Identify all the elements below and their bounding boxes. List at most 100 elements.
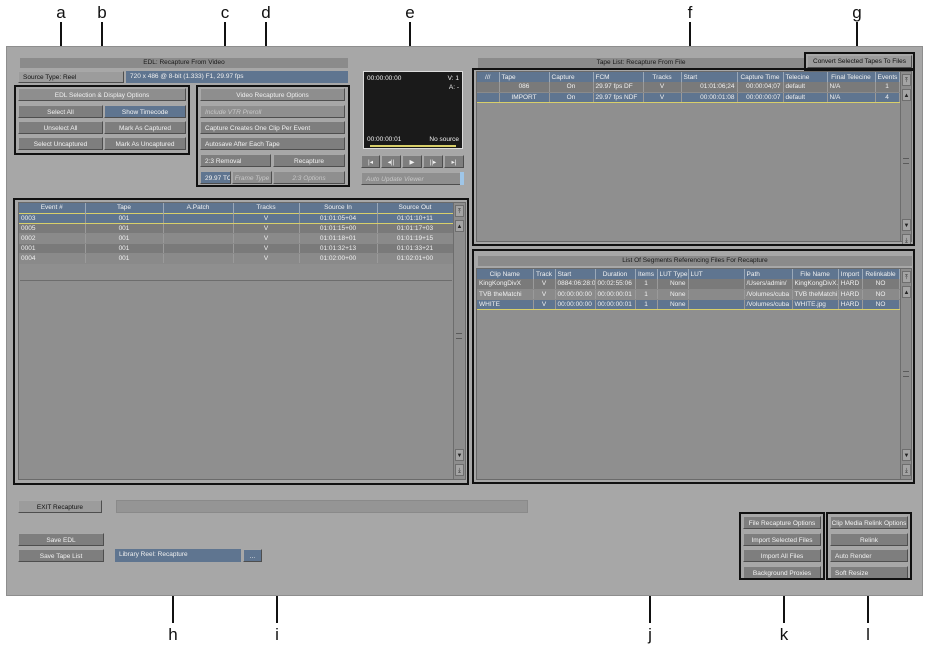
- one-clip-per-event-button[interactable]: Capture Creates One Clip Per Event: [200, 121, 345, 134]
- library-reel-browse-button[interactable]: ...: [243, 549, 262, 562]
- play-button[interactable]: ▶: [402, 155, 422, 168]
- convert-tapes-button[interactable]: Convert Selected Tapes To Files: [807, 55, 912, 68]
- scroll-grip-icon[interactable]: [903, 371, 909, 377]
- events-scrollbar[interactable]: ⤒ ▲ ▼ ⤓: [453, 203, 464, 479]
- segments-col-lut-type[interactable]: LUT Type: [657, 269, 689, 279]
- tapelist-corner-header[interactable]: ///: [477, 72, 500, 82]
- segments-col-import[interactable]: Import: [838, 269, 863, 279]
- recapture-mode-button[interactable]: Recapture: [273, 154, 345, 167]
- segments-col-items[interactable]: Items: [635, 269, 658, 279]
- segments-col-path[interactable]: Path: [744, 269, 793, 279]
- step-back-button[interactable]: ◂||: [381, 155, 401, 168]
- scroll-up-icon[interactable]: ▲: [902, 286, 911, 298]
- step-forward-button[interactable]: ||▸: [423, 155, 443, 168]
- events-col-apatch[interactable]: A.Patch: [163, 203, 234, 213]
- segments-col-duration[interactable]: Duration: [595, 269, 636, 279]
- scroll-grip-icon[interactable]: [456, 333, 462, 339]
- segments-lut-dropdown[interactable]: None: [657, 298, 689, 310]
- exit-recapture-button[interactable]: EXIT Recapture: [18, 500, 102, 513]
- segments-lut-dropdown[interactable]: None: [657, 279, 689, 290]
- scroll-bottom-icon[interactable]: ⤓: [902, 234, 911, 246]
- frame-type-button[interactable]: Frame Type: [232, 171, 272, 184]
- save-tape-list-button[interactable]: Save Tape List: [18, 549, 104, 562]
- events-col-event[interactable]: Event #: [19, 203, 86, 213]
- tapelist-col-tracks[interactable]: Tracks: [643, 72, 682, 82]
- scroll-up-icon[interactable]: ▲: [455, 220, 464, 232]
- scroll-down-icon[interactable]: ▼: [455, 449, 464, 461]
- tapelist-col-capture-time[interactable]: Capture Time: [737, 72, 784, 82]
- auto-render-button[interactable]: Auto Render: [830, 549, 908, 562]
- table-row[interactable]: KingKongDivX V 0884:06:28:0 00:02:55:06 …: [477, 279, 900, 290]
- scroll-top-icon[interactable]: ⤒: [902, 74, 911, 86]
- soft-resize-button[interactable]: Soft Resize: [830, 566, 908, 579]
- import-all-button[interactable]: Import All Files: [743, 549, 821, 562]
- table-row[interactable]: IMPORT On 29.97 fps NDF V 00:00:01:08 00…: [477, 91, 900, 103]
- events-col-tape[interactable]: Tape: [85, 203, 164, 213]
- table-row[interactable]: 0001 001 V 01:01:32+13 01:01:33+21: [19, 243, 454, 254]
- tapelist-col-tape[interactable]: Tape: [499, 72, 550, 82]
- segments-scrollbar[interactable]: ⤒ ▲ ▼ ⤓: [900, 269, 911, 479]
- segments-col-file-name[interactable]: File Name: [792, 269, 839, 279]
- removal-button[interactable]: 2:3 Removal: [200, 154, 271, 167]
- segments-lut-dropdown[interactable]: None: [657, 289, 689, 300]
- mark-captured-button[interactable]: Mark As Captured: [104, 121, 186, 134]
- table-row[interactable]: 0003 001 V 01:01:05+04 01:01:10+11: [19, 212, 454, 224]
- select-all-button[interactable]: Select All: [18, 105, 103, 118]
- table-row[interactable]: 0002 001 V 01:01:18+01 01:01:19+15: [19, 233, 454, 244]
- video-recapture-header[interactable]: Video Recapture Options: [200, 88, 345, 101]
- scroll-down-icon[interactable]: ▼: [902, 449, 911, 461]
- source-type-button[interactable]: Source Type: Reel: [18, 71, 124, 83]
- callout-i: i: [275, 625, 279, 644]
- scroll-bottom-icon[interactable]: ⤓: [902, 464, 911, 476]
- segments-cell: /Users/admin/: [744, 279, 793, 290]
- show-timecode-button[interactable]: Show Timecode: [104, 105, 186, 118]
- goto-end-button[interactable]: ▸|: [444, 155, 464, 168]
- auto-update-viewer-button[interactable]: Auto Update Viewer: [361, 172, 461, 185]
- tapelist-col-fcm[interactable]: FCM: [593, 72, 644, 82]
- unselect-all-button[interactable]: Unselect All: [18, 121, 103, 134]
- table-row[interactable]: TVB theMatchi V 00:00:00:00 00:00:00:01 …: [477, 289, 900, 300]
- tc-field[interactable]: 29.97 TC: [200, 171, 231, 184]
- save-edl-button[interactable]: Save EDL: [18, 533, 104, 546]
- relink-button[interactable]: Relink: [830, 533, 908, 546]
- table-row[interactable]: 086 On 29.97 fps DF V 01:01:06;24 00:00:…: [477, 82, 900, 93]
- scroll-grip-icon[interactable]: [903, 158, 909, 164]
- tapelist-col-start[interactable]: Start: [681, 72, 738, 82]
- file-recapture-header[interactable]: File Recapture Options: [743, 516, 821, 529]
- tapelist-col-events[interactable]: Events: [875, 72, 900, 82]
- autosave-button[interactable]: Autosave After Each Tape: [200, 137, 345, 150]
- table-row[interactable]: 0005 001 V 01:01:15+00 01:01:17+03: [19, 223, 454, 234]
- import-selected-button[interactable]: Import Selected Files: [743, 533, 821, 546]
- select-uncaptured-button[interactable]: Select Uncaptured: [18, 137, 103, 150]
- scroll-top-icon[interactable]: ⤒: [455, 205, 464, 217]
- mark-uncaptured-button[interactable]: Mark As Uncaptured: [104, 137, 186, 150]
- include-vtr-preroll-button[interactable]: Include VTR Preroll: [200, 105, 345, 118]
- events-cell: [163, 212, 234, 224]
- library-reel-field[interactable]: Library Reel: Recapture: [115, 549, 241, 562]
- events-col-tracks[interactable]: Tracks: [233, 203, 300, 213]
- segments-col-clip-name[interactable]: Clip Name: [477, 269, 534, 279]
- segments-col-relinkable[interactable]: Relinkable: [862, 269, 900, 279]
- options-23-button[interactable]: 2:3 Options: [273, 171, 345, 184]
- scroll-down-icon[interactable]: ▼: [902, 219, 911, 231]
- table-row[interactable]: 0004 001 V 01:02:00+00 01:02:01+00: [19, 253, 454, 264]
- scroll-bottom-icon[interactable]: ⤓: [455, 464, 464, 476]
- goto-start-button[interactable]: |◂: [361, 155, 380, 168]
- tapelist-cell: [477, 91, 500, 103]
- edl-selection-header[interactable]: EDL Selection & Display Options: [18, 88, 186, 101]
- relink-options-header[interactable]: Clip Media Relink Options: [830, 516, 908, 529]
- segments-col-start[interactable]: Start: [555, 269, 596, 279]
- viewer-scrub-bar[interactable]: [370, 145, 456, 147]
- events-col-source-in[interactable]: Source In: [299, 203, 378, 213]
- tapelist-scrollbar[interactable]: ⤒ ▲ ▼ ⤓: [900, 72, 911, 246]
- tapelist-col-telecine[interactable]: Telecine: [783, 72, 828, 82]
- scroll-top-icon[interactable]: ⤒: [902, 271, 911, 283]
- tapelist-col-capture[interactable]: Capture: [549, 72, 594, 82]
- segments-col-lut[interactable]: LUT: [688, 269, 745, 279]
- tapelist-col-final-telecine[interactable]: Final Telecine: [827, 72, 876, 82]
- segments-col-track[interactable]: Track: [533, 269, 556, 279]
- table-row[interactable]: WHITE V 00:00:00:00 00:00:00:01 1 None /…: [477, 298, 900, 310]
- scroll-up-icon[interactable]: ▲: [902, 89, 911, 101]
- events-col-source-out[interactable]: Source Out: [377, 203, 454, 213]
- background-proxies-button[interactable]: Background Proxies: [743, 566, 821, 579]
